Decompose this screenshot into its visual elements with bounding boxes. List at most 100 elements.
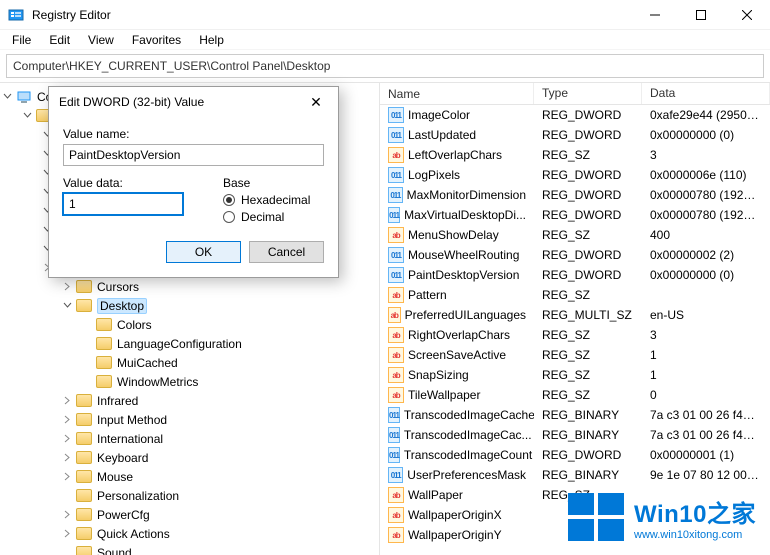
tree-item[interactable]: MuiCached <box>0 353 379 372</box>
radio-hexadecimal[interactable]: Hexadecimal <box>223 193 310 207</box>
col-type[interactable]: Type <box>534 83 642 104</box>
chevron-icon[interactable] <box>20 109 34 123</box>
ok-button[interactable]: OK <box>166 241 241 263</box>
chevron-icon[interactable] <box>60 394 74 408</box>
menu-help[interactable]: Help <box>191 31 232 49</box>
menu-file[interactable]: File <box>4 31 39 49</box>
window-title: Registry Editor <box>32 8 632 22</box>
tree-item[interactable]: Personalization <box>0 486 379 505</box>
value-row[interactable]: abMenuShowDelayREG_SZ400 <box>380 225 770 245</box>
value-row[interactable]: 011TranscodedImageCac...REG_BINARY7a c3 … <box>380 425 770 445</box>
dialog-title: Edit DWORD (32-bit) Value <box>59 95 304 109</box>
value-row[interactable]: 011MaxVirtualDesktopDi...REG_DWORD0x0000… <box>380 205 770 225</box>
menu-favorites[interactable]: Favorites <box>124 31 189 49</box>
folder-icon <box>96 356 112 369</box>
tree-item[interactable]: Colors <box>0 315 379 334</box>
maximize-button[interactable] <box>678 0 724 30</box>
value-row[interactable]: abRightOverlapCharsREG_SZ3 <box>380 325 770 345</box>
value-row[interactable]: abTileWallpaperREG_SZ0 <box>380 385 770 405</box>
value-type: REG_SZ <box>534 348 642 362</box>
tree-item[interactable]: Keyboard <box>0 448 379 467</box>
string-value-icon: ab <box>388 287 404 303</box>
menu-edit[interactable]: Edit <box>41 31 78 49</box>
string-value-icon: ab <box>388 227 404 243</box>
value-row[interactable]: abPatternREG_SZ <box>380 285 770 305</box>
value-row[interactable]: abWallpaperOriginX <box>380 505 770 525</box>
tree-item[interactable]: LanguageConfiguration <box>0 334 379 353</box>
value-type: REG_DWORD <box>534 248 642 262</box>
value-data: 7a c3 01 00 26 f4… <box>642 428 770 442</box>
tree-label: WindowMetrics <box>117 375 198 389</box>
tree-item[interactable]: WindowMetrics <box>0 372 379 391</box>
value-type: REG_BINARY <box>534 468 642 482</box>
value-data-field[interactable] <box>63 193 183 215</box>
cancel-button[interactable]: Cancel <box>249 241 324 263</box>
chevron-icon[interactable] <box>60 299 74 313</box>
value-row[interactable]: 011LastUpdatedREG_DWORD0x00000000 (0) <box>380 125 770 145</box>
tree-label: Sound <box>97 546 132 555</box>
address-bar[interactable]: Computer\HKEY_CURRENT_USER\Control Panel… <box>6 54 764 78</box>
chevron-icon[interactable] <box>60 527 74 541</box>
value-row[interactable]: abScreenSaveActiveREG_SZ1 <box>380 345 770 365</box>
radio-dot-icon <box>223 194 235 206</box>
value-row[interactable]: 011TranscodedImageCacheREG_BINARY7a c3 0… <box>380 405 770 425</box>
value-name: WallPaper <box>408 488 463 502</box>
value-row[interactable]: 011LogPixelsREG_DWORD0x0000006e (110) <box>380 165 770 185</box>
tree-label: Personalization <box>97 489 179 503</box>
value-type: REG_SZ <box>534 148 642 162</box>
value-row[interactable]: 011PaintDesktopVersionREG_DWORD0x0000000… <box>380 265 770 285</box>
binary-value-icon: 011 <box>388 467 403 483</box>
chevron-icon[interactable] <box>0 90 14 104</box>
binary-value-icon: 011 <box>388 267 404 283</box>
folder-icon <box>76 508 92 521</box>
value-row[interactable]: 011TranscodedImageCountREG_DWORD0x000000… <box>380 445 770 465</box>
string-value-icon: ab <box>388 147 404 163</box>
string-value-icon: ab <box>388 367 404 383</box>
chevron-icon[interactable] <box>60 413 74 427</box>
tree-item[interactable]: Mouse <box>0 467 379 486</box>
tree-item[interactable]: International <box>0 429 379 448</box>
value-name: TranscodedImageCache <box>404 408 534 422</box>
value-row[interactable]: 011ImageColorREG_DWORD0xafe29e44 (2950… <box>380 105 770 125</box>
dialog-close-icon[interactable]: ✕ <box>304 94 328 111</box>
window-titlebar: Registry Editor <box>0 0 770 30</box>
value-row[interactable]: abLeftOverlapCharsREG_SZ3 <box>380 145 770 165</box>
tree-item[interactable]: Infrared <box>0 391 379 410</box>
chevron-icon[interactable] <box>60 280 74 294</box>
tree-item[interactable]: Desktop <box>0 296 379 315</box>
value-name-label: Value name: <box>63 127 324 141</box>
tree-item[interactable]: Cursors <box>0 277 379 296</box>
value-name: SnapSizing <box>408 368 469 382</box>
chevron-icon[interactable] <box>60 508 74 522</box>
value-row[interactable]: abSnapSizingREG_SZ1 <box>380 365 770 385</box>
col-data[interactable]: Data <box>642 83 770 104</box>
close-button[interactable] <box>724 0 770 30</box>
value-row[interactable]: 011UserPreferencesMaskREG_BINARY9e 1e 07… <box>380 465 770 485</box>
value-data: 0x00000780 (192… <box>642 208 770 222</box>
value-type: REG_DWORD <box>534 208 642 222</box>
minimize-button[interactable] <box>632 0 678 30</box>
chevron-icon[interactable] <box>60 451 74 465</box>
value-row[interactable]: 011MouseWheelRoutingREG_DWORD0x00000002 … <box>380 245 770 265</box>
value-row[interactable]: 011MaxMonitorDimensionREG_DWORD0x0000078… <box>380 185 770 205</box>
tree-item[interactable]: Input Method <box>0 410 379 429</box>
value-name-field[interactable] <box>63 144 324 166</box>
value-name: Pattern <box>408 288 447 302</box>
radio-decimal[interactable]: Decimal <box>223 210 310 224</box>
spacer <box>80 356 94 370</box>
value-data: 0xafe29e44 (2950… <box>642 108 770 122</box>
value-type: REG_SZ <box>534 368 642 382</box>
value-row[interactable]: abPreferredUILanguagesREG_MULTI_SZen-US <box>380 305 770 325</box>
tree-item[interactable]: Sound <box>0 543 379 555</box>
tree-item[interactable]: PowerCfg <box>0 505 379 524</box>
chevron-icon[interactable] <box>60 470 74 484</box>
value-data: 7a c3 01 00 26 f4… <box>642 408 770 422</box>
string-value-icon: ab <box>388 327 404 343</box>
tree-item[interactable]: Quick Actions <box>0 524 379 543</box>
chevron-icon[interactable] <box>60 432 74 446</box>
dialog-titlebar: Edit DWORD (32-bit) Value ✕ <box>49 87 338 117</box>
col-name[interactable]: Name <box>380 83 534 104</box>
value-row[interactable]: abWallpaperOriginY <box>380 525 770 545</box>
menu-view[interactable]: View <box>80 31 122 49</box>
value-row[interactable]: abWallPaperREG_SZ <box>380 485 770 505</box>
